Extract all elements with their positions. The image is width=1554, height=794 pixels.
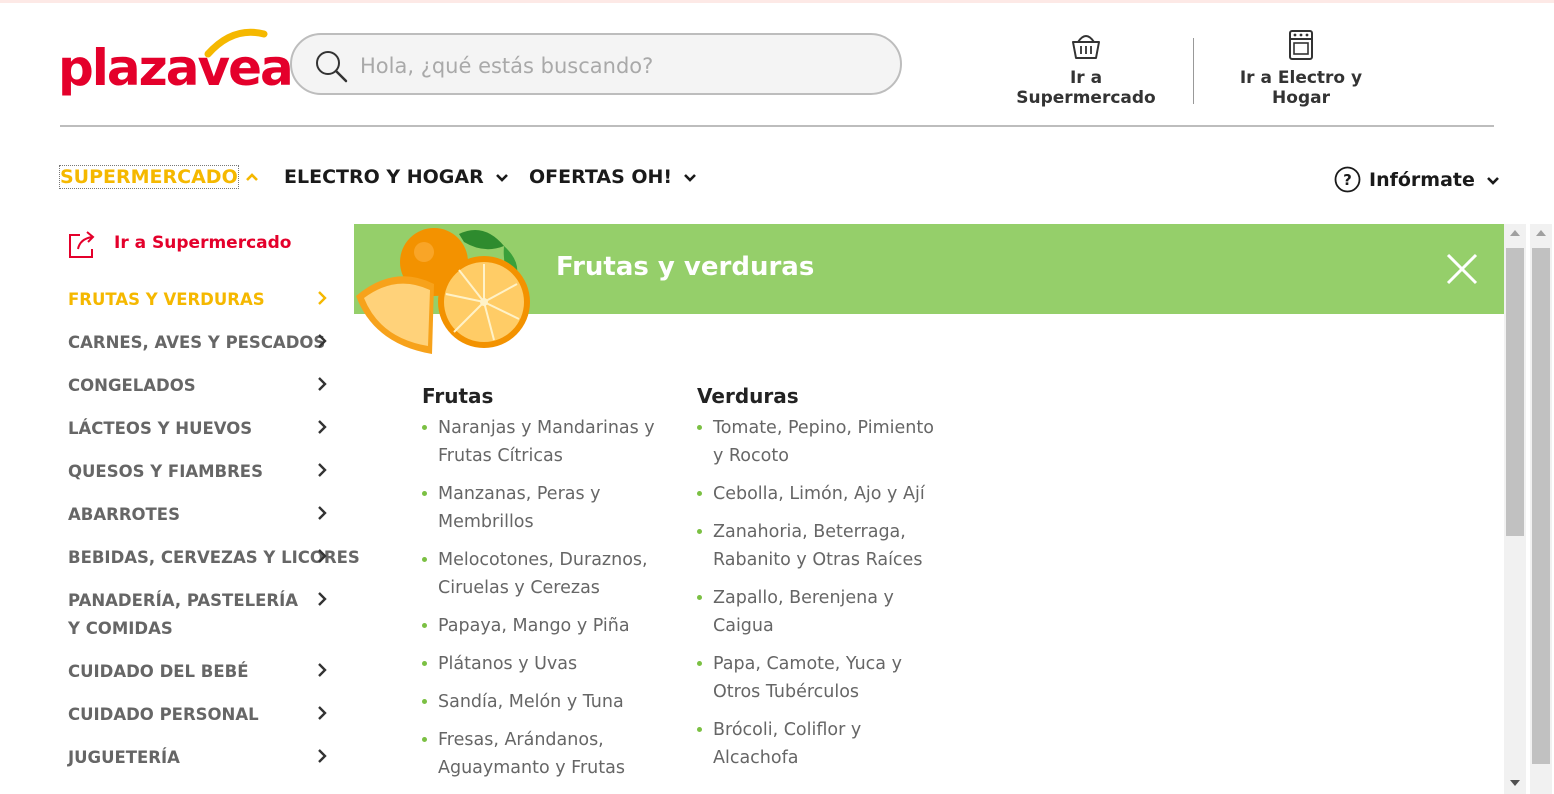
chevron-right-icon <box>318 506 327 520</box>
panel-scrollbar[interactable] <box>1504 224 1554 794</box>
fruits-heading: Frutas <box>422 384 494 408</box>
logo-text: plazavea <box>58 39 294 97</box>
nav-supermercado-label: SUPERMERCADO <box>59 165 239 189</box>
go-to-electro-hogar-link[interactable]: Ir a Electro y Hogar <box>1210 28 1392 108</box>
subcategory-link[interactable]: Zanahoria, Beterraga, Rabanito y Otras R… <box>697 518 947 574</box>
scrollbar-thumb[interactable] <box>1506 248 1524 536</box>
chevron-down-icon <box>1486 176 1499 185</box>
sidebar-item-label: JUGUETERÍA <box>68 748 180 767</box>
header-divider-line <box>60 125 1494 127</box>
stove-icon <box>1289 30 1313 60</box>
chevron-right-icon <box>318 291 327 305</box>
nav-electro-hogar[interactable]: ELECTRO Y HOGAR <box>284 166 512 188</box>
sidebar-item-label: ABARROTES <box>68 505 180 524</box>
sidebar-item-label: PANADERÍA, PASTELERÍA Y COMIDAS <box>68 591 298 638</box>
chevron-down-icon <box>684 174 697 182</box>
svg-text:?: ? <box>1343 171 1352 189</box>
close-icon[interactable] <box>1444 251 1480 287</box>
chevron-right-icon <box>318 706 327 720</box>
sidebar-go-to-supermarket[interactable]: Ir a Supermercado <box>66 227 291 259</box>
subcategory-link[interactable]: Zapallo, Berenjena y Caigua <box>697 584 947 640</box>
sidebar-item-label: QUESOS Y FIAMBRES <box>68 462 263 481</box>
category-sidebar: Ir a Supermercado FRUTAS Y VERDURAS CARN… <box>0 224 360 794</box>
subcategory-link[interactable]: Brócoli, Coliflor y Alcachofa <box>697 716 947 772</box>
sidebar-item-quesos[interactable]: QUESOS Y FIAMBRES <box>68 458 358 486</box>
subcategory-link[interactable]: Tomate, Pepino, Pimiento y Rocoto <box>697 414 947 470</box>
sidebar-item-panaderia[interactable]: PANADERÍA, PASTELERÍA Y COMIDAS <box>68 587 358 643</box>
nav-informate-label: Infórmate <box>1369 168 1475 191</box>
sidebar-item-cuidado-bebe[interactable]: CUIDADO DEL BEBÉ <box>68 658 358 686</box>
chevron-right-icon <box>318 463 327 477</box>
category-title: Frutas y verduras <box>556 252 815 282</box>
chevron-right-icon <box>318 749 327 763</box>
scroll-up-arrow-icon[interactable] <box>1510 230 1520 236</box>
chevron-right-icon <box>318 592 327 606</box>
chevron-up-icon <box>245 173 258 181</box>
fruits-list: Naranjas y Mandarinas y Frutas Cítricas … <box>422 414 672 782</box>
sidebar-item-frutas-verduras[interactable]: FRUTAS Y VERDURAS <box>68 286 358 314</box>
page-scroll-up-arrow-icon[interactable] <box>1536 230 1546 236</box>
chevron-right-icon <box>318 377 327 391</box>
subcategory-link[interactable]: Naranjas y Mandarinas y Frutas Cítricas <box>422 414 672 470</box>
subcategory-link[interactable]: Papa, Camote, Yuca y Otros Tubérculos <box>697 650 947 706</box>
chevron-right-icon <box>318 420 327 434</box>
nav-ofertas-oh-label: OFERTAS OH! <box>529 166 673 188</box>
subcategory-link[interactable]: Melocotones, Duraznos, Ciruelas y Cereza… <box>422 546 672 602</box>
sidebar-item-lacteos[interactable]: LÁCTEOS Y HUEVOS <box>68 415 358 443</box>
basket-icon <box>1072 35 1100 59</box>
top-accent-line <box>0 0 1554 3</box>
vegetables-heading: Verduras <box>697 384 799 408</box>
search-input[interactable] <box>358 48 882 84</box>
page-scrollbar-thumb[interactable] <box>1532 248 1550 764</box>
sidebar-item-label: CUIDADO PERSONAL <box>68 705 259 724</box>
go-to-supermarket-label: Ir a Supermercado <box>1016 68 1156 108</box>
chevron-right-icon <box>318 663 327 677</box>
subcategory-link[interactable]: Plátanos y Uvas <box>422 650 672 678</box>
sidebar-item-jugueteria[interactable]: JUGUETERÍA <box>68 744 358 772</box>
nav-electro-hogar-label: ELECTRO Y HOGAR <box>284 166 484 188</box>
sidebar-item-label: CONGELADOS <box>68 376 196 395</box>
oranges-image <box>356 228 530 354</box>
sidebar-item-bebidas[interactable]: BEBIDAS, CERVEZAS Y LICORES <box>68 544 360 572</box>
sidebar-item-congelados[interactable]: CONGELADOS <box>68 372 358 400</box>
help-circle-icon: ? <box>1334 166 1361 193</box>
subcategory-link[interactable]: Papaya, Mango y Piña <box>422 612 672 640</box>
vegetables-column: Verduras Tomate, Pepino, Pimiento y Roco… <box>697 384 947 782</box>
sidebar-item-carnes[interactable]: CARNES, AVES Y PESCADOS <box>68 329 358 357</box>
nav-ofertas-oh[interactable]: OFERTAS OH! <box>529 166 700 188</box>
sidebar-item-abarrotes[interactable]: ABARROTES <box>68 501 358 529</box>
go-to-electro-hogar-label: Ir a Electro y Hogar <box>1239 68 1363 108</box>
fruits-column: Frutas Naranjas y Mandarinas y Frutas Cí… <box>422 384 672 792</box>
sidebar-item-label: CARNES, AVES Y PESCADOS <box>68 333 326 352</box>
nav-informate[interactable]: ? Infórmate <box>1334 166 1503 193</box>
chevron-right-icon <box>318 549 327 563</box>
sidebar-go-to-supermarket-label: Ir a Supermercado <box>114 233 292 253</box>
subcategory-link[interactable]: Cebolla, Limón, Ajo y Ají <box>697 480 947 508</box>
search-bar[interactable] <box>290 33 902 95</box>
chevron-right-icon <box>318 334 327 348</box>
sidebar-item-cuidado-personal[interactable]: CUIDADO PERSONAL <box>68 701 358 729</box>
scroll-down-arrow-icon[interactable] <box>1510 780 1520 786</box>
header-divider <box>1193 38 1194 104</box>
subcategory-link[interactable]: Sandía, Melón y Tuna <box>422 688 672 716</box>
search-icon <box>316 51 348 83</box>
chevron-down-icon <box>495 174 508 182</box>
subcategory-link[interactable]: Fresas, Arándanos, Aguaymanto y Frutas <box>422 726 672 782</box>
sidebar-item-label: CUIDADO DEL BEBÉ <box>68 662 249 681</box>
plazavea-logo[interactable]: plazavea <box>58 24 294 100</box>
sidebar-item-label: LÁCTEOS Y HUEVOS <box>68 419 253 438</box>
nav-supermercado[interactable]: SUPERMERCADO <box>59 165 262 189</box>
share-arrow-icon <box>69 231 95 258</box>
go-to-supermarket-link[interactable]: Ir a Supermercado <box>998 28 1174 108</box>
subcategory-link[interactable]: Manzanas, Peras y Membrillos <box>422 480 672 536</box>
sidebar-item-label: FRUTAS Y VERDURAS <box>68 290 265 309</box>
vegetables-list: Tomate, Pepino, Pimiento y Rocoto Ceboll… <box>697 414 947 772</box>
sidebar-item-label: BEBIDAS, CERVEZAS Y LICORES <box>68 548 360 567</box>
category-panel: Frutas y verduras Frutas Naranjas y Mand… <box>354 224 1504 794</box>
